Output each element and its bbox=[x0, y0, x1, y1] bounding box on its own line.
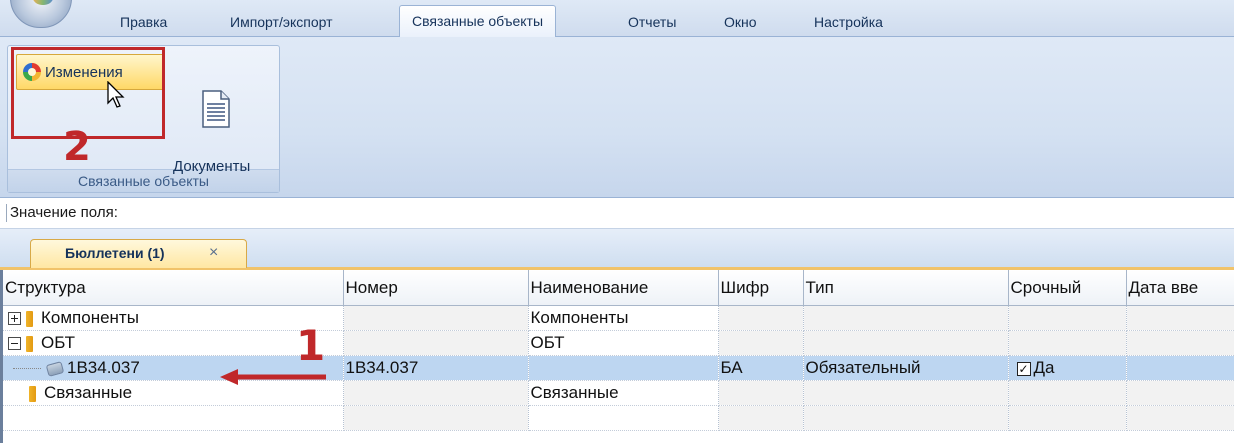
tab-import-export[interactable]: Импорт/экспорт bbox=[218, 8, 345, 36]
annotation-arrow-icon bbox=[220, 369, 326, 385]
cell-type bbox=[803, 305, 1009, 331]
cell-date bbox=[1126, 330, 1234, 356]
cell-date bbox=[1126, 305, 1234, 331]
cell-date bbox=[1126, 355, 1234, 381]
app-menu-button[interactable] bbox=[10, 0, 72, 28]
tree-cell[interactable]: Компоненты bbox=[3, 305, 344, 331]
cell-urgent bbox=[1008, 305, 1127, 331]
column-header-date[interactable]: Дата вве bbox=[1126, 270, 1234, 306]
expand-icon[interactable] bbox=[8, 312, 21, 326]
tab-edit[interactable]: Правка bbox=[108, 8, 179, 36]
cell-number bbox=[343, 330, 529, 356]
tree-node-label: Связанные bbox=[44, 383, 133, 402]
column-header-structure[interactable]: Структура bbox=[3, 270, 344, 306]
table-row[interactable]: ОБТ ОБТ bbox=[3, 330, 1234, 356]
tab-related-objects[interactable]: Связанные объекты bbox=[399, 5, 557, 37]
bulletins-table: Структура Номер Наименование Шифр Тип Ср… bbox=[3, 270, 1234, 431]
cell-code bbox=[718, 330, 804, 356]
cell-number: 1В34.037 bbox=[343, 355, 529, 381]
urgent-checkbox[interactable]: ✓ bbox=[1016, 361, 1031, 376]
table-row-selected[interactable]: 1В34.037 1В34.037 БА Обязательный ✓ Да bbox=[3, 355, 1234, 381]
annotation-step-2: 2 bbox=[63, 124, 91, 170]
folder-icon bbox=[29, 385, 36, 402]
table-row[interactable]: Компоненты Компоненты bbox=[3, 305, 1234, 331]
cell-type: Обязательный bbox=[803, 355, 1009, 381]
documents-button[interactable]: Документы bbox=[165, 82, 275, 182]
documents-button-label: Документы bbox=[173, 158, 251, 175]
close-icon[interactable]: × bbox=[209, 244, 218, 262]
table-row-empty bbox=[3, 405, 1234, 431]
field-value-label: Значение поля: bbox=[10, 204, 118, 221]
tree-cell[interactable]: ОБТ bbox=[3, 330, 344, 356]
cell-code bbox=[718, 305, 804, 331]
annotation-step-1: 1 bbox=[296, 321, 326, 370]
app-logo-icon bbox=[33, 0, 53, 5]
cell-number bbox=[343, 305, 529, 331]
cell-urgent bbox=[1008, 380, 1127, 406]
cell-code: БА bbox=[718, 355, 804, 381]
ribbon-tab-strip: Правка Импорт/экспорт Связанные объекты … bbox=[0, 0, 1234, 37]
cell-urgent[interactable]: ✓ Да bbox=[1008, 355, 1127, 381]
tab-settings[interactable]: Настройка bbox=[802, 8, 895, 36]
tab-window[interactable]: Окно bbox=[712, 8, 769, 36]
field-bar-separator bbox=[6, 204, 7, 222]
tab-reports[interactable]: Отчеты bbox=[616, 8, 688, 36]
tab-bulletins[interactable]: Бюллетени (1) × bbox=[30, 239, 247, 268]
field-value-bar: Значение поля: bbox=[0, 198, 1234, 229]
column-header-urgent[interactable]: Срочный bbox=[1008, 270, 1127, 306]
bulletin-icon bbox=[45, 360, 65, 377]
cell-name: Связанные bbox=[528, 380, 719, 406]
cell-code bbox=[718, 380, 804, 406]
tree-node-label: ОБТ bbox=[41, 333, 75, 352]
document-icon bbox=[202, 90, 230, 128]
mouse-pointer-icon bbox=[107, 81, 125, 108]
tree-node-label: Компоненты bbox=[41, 308, 139, 327]
cell-date bbox=[1126, 380, 1234, 406]
cell-name bbox=[528, 355, 719, 381]
tree-connector bbox=[13, 367, 41, 370]
cell-number bbox=[343, 380, 529, 406]
cell-name: Компоненты bbox=[528, 305, 719, 331]
tree-node-label: 1В34.037 bbox=[67, 358, 140, 377]
column-header-number[interactable]: Номер bbox=[343, 270, 529, 306]
table-row[interactable]: Связанные Связанные bbox=[3, 380, 1234, 406]
folder-icon bbox=[26, 335, 33, 352]
column-header-type[interactable]: Тип bbox=[803, 270, 1009, 306]
cell-name: ОБТ bbox=[528, 330, 719, 356]
collapse-icon[interactable] bbox=[8, 337, 21, 351]
table-header-row: Структура Номер Наименование Шифр Тип Ср… bbox=[3, 270, 1234, 306]
document-tab-strip: Бюллетени (1) × bbox=[0, 229, 1234, 270]
cell-type bbox=[803, 380, 1009, 406]
column-header-code[interactable]: Шифр bbox=[718, 270, 804, 306]
bulletins-grid: Структура Номер Наименование Шифр Тип Ср… bbox=[0, 270, 1234, 443]
folder-icon bbox=[26, 310, 33, 327]
cell-type bbox=[803, 330, 1009, 356]
tab-bulletins-label: Бюллетени (1) bbox=[65, 245, 165, 261]
column-header-name[interactable]: Наименование bbox=[528, 270, 719, 306]
urgent-value: Да bbox=[1033, 358, 1055, 377]
cell-urgent bbox=[1008, 330, 1127, 356]
ribbon-panel: Связанные объекты Изменения Документы bbox=[0, 37, 1234, 198]
